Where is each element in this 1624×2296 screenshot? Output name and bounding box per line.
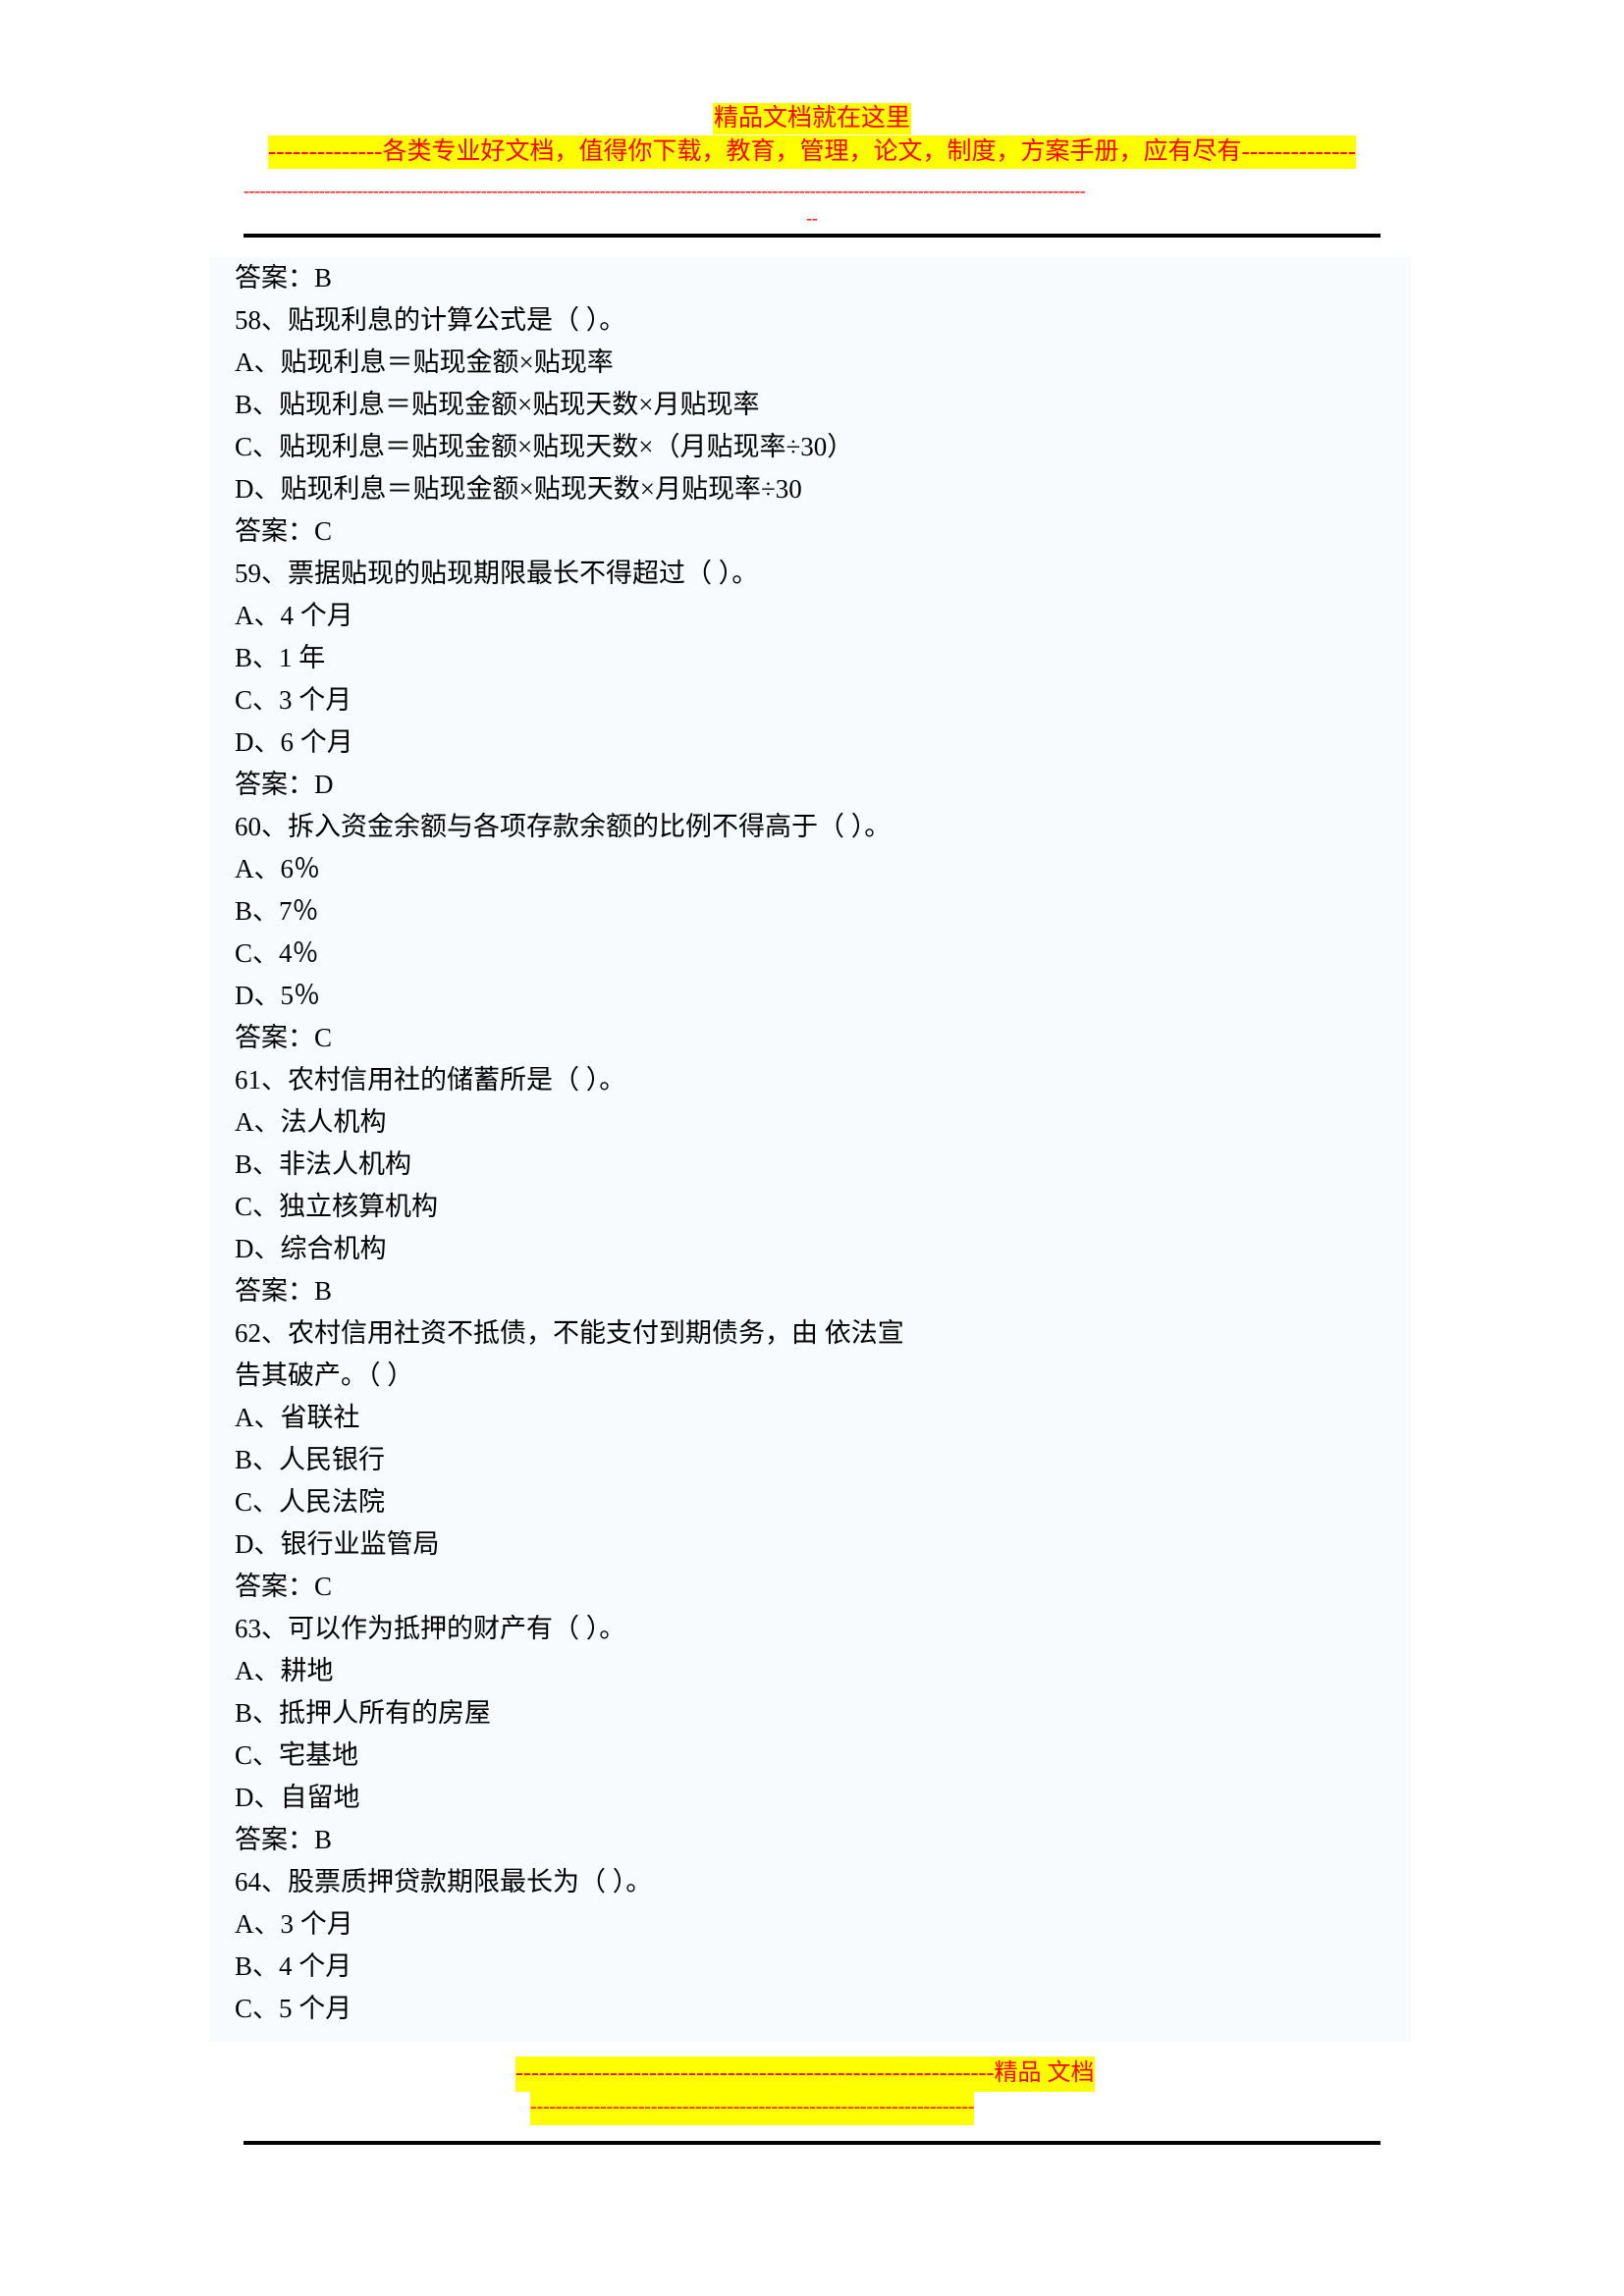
- option-line: D、贴现利息＝贴现金额×贴现天数×月贴现率÷30: [235, 474, 802, 504]
- question-line: 59、票据贴现的贴现期限最长不得超过（ ）。: [235, 559, 759, 588]
- question-line: 63、可以作为抵押的财产有（ ）。: [235, 1614, 626, 1643]
- answer-line: 答案：B: [235, 1825, 333, 1854]
- footer-line-1-row: ----------------------------------------…: [515, 2056, 1095, 2092]
- footer-line-2-row: ----------------------------------------…: [530, 2091, 974, 2125]
- header-dashed-separator: ----------------------------------------…: [244, 182, 1086, 199]
- option-line: B、非法人机构: [235, 1149, 412, 1179]
- option-line: D、银行业监管局: [235, 1529, 440, 1559]
- option-line: C、贴现利息＝贴现金额×贴现天数×（月贴现率÷30）: [235, 432, 854, 461]
- option-line: C、独立核算机构: [235, 1192, 439, 1221]
- question-line: 60、拆入资金余额与各项存款余额的比例不得高于（ ）。: [235, 812, 892, 841]
- footer-line-2-highlight: ----------------------------------------…: [530, 2091, 974, 2125]
- option-line: C、4％: [235, 938, 319, 968]
- option-line: B、人民银行: [235, 1445, 386, 1474]
- option-line: B、7％: [235, 896, 319, 926]
- option-line: D、自留地: [235, 1783, 360, 1812]
- answer-line: 答案：B: [235, 263, 333, 293]
- option-line: B、贴现利息＝贴现金额×贴现天数×月贴现率: [235, 390, 760, 419]
- header-dash-fragment: --: [806, 208, 818, 228]
- question-line: 62、农村信用社资不抵债，不能支付到期债务，由 依法宣: [235, 1318, 904, 1348]
- option-line: D、6 个月: [235, 727, 353, 757]
- option-line: D、综合机构: [235, 1234, 387, 1263]
- footer-line-1-highlight: ----------------------------------------…: [515, 2056, 1095, 2092]
- question-line: 64、股票质押贷款期限最长为（ ）。: [235, 1867, 653, 1896]
- answer-line: 答案：C: [235, 1023, 333, 1052]
- header-title-row: 精品文档就在这里: [0, 103, 1624, 134]
- option-line: A、6％: [235, 854, 320, 883]
- header-promo-highlight: --------------各类专业好文档，值得你下载，教育，管理，论文，制度，…: [267, 135, 1357, 169]
- option-line: A、4 个月: [235, 601, 353, 630]
- header-horizontal-rule: [244, 234, 1380, 238]
- option-line: A、3 个月: [235, 1909, 353, 1939]
- option-line: D、5％: [235, 981, 320, 1010]
- question-line: 58、贴现利息的计算公式是（ ）。: [235, 305, 626, 335]
- option-line: A、省联社: [235, 1403, 360, 1432]
- exam-question-list: 答案：B 58、贴现利息的计算公式是（ ）。 A、贴现利息＝贴现金额×贴现率 B、贴现…: [209, 257, 1411, 2042]
- option-line: B、抵押人所有的房屋: [235, 1698, 492, 1728]
- header-title-highlight: 精品文档就在这里: [712, 103, 911, 134]
- option-line: A、贴现利息＝贴现金额×贴现率: [235, 347, 614, 377]
- answer-line: 答案：C: [235, 1572, 333, 1601]
- question-line: 61、农村信用社的储蓄所是（ ）。: [235, 1065, 626, 1095]
- header-promo-row: --------------各类专业好文档，值得你下载，教育，管理，论文，制度，…: [0, 135, 1624, 169]
- footer-horizontal-rule: [244, 2141, 1380, 2145]
- answer-line: 答案：D: [235, 770, 334, 799]
- option-line: A、法人机构: [235, 1107, 387, 1137]
- option-line: A、耕地: [235, 1656, 334, 1685]
- option-line: B、1 年: [235, 643, 326, 672]
- document-page: 精品文档就在这里 --------------各类专业好文档，值得你下载，教育，…: [0, 0, 1624, 2296]
- option-line: C、3 个月: [235, 685, 352, 715]
- option-line: C、宅基地: [235, 1740, 359, 1770]
- answer-line: 答案：B: [235, 1276, 333, 1306]
- answer-line: 答案：C: [235, 516, 333, 546]
- option-line: B、4 个月: [235, 1951, 352, 1981]
- option-line: C、5 个月: [235, 1994, 352, 2023]
- question-continuation-line: 告其破产。（ ）: [235, 1361, 414, 1390]
- option-line: C、人民法院: [235, 1487, 386, 1517]
